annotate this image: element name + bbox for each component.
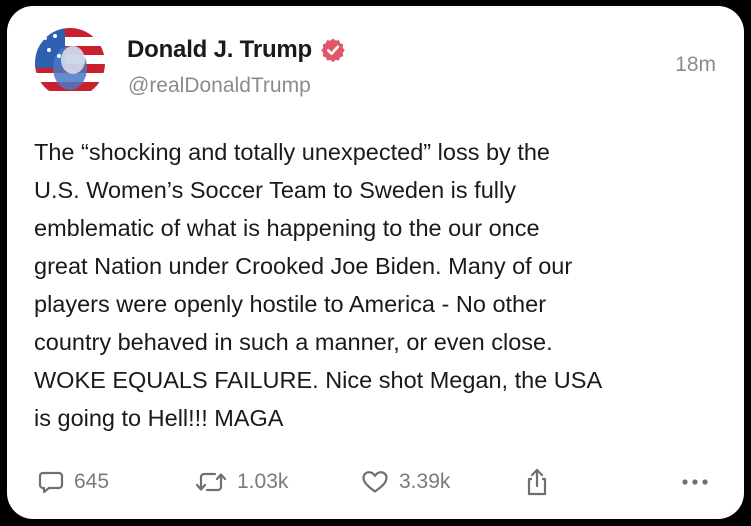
action-bar: 645 1.03k 3.39k <box>7 462 744 502</box>
speech-bubble-icon <box>38 469 64 495</box>
author-handle[interactable]: @realDonaldTrump <box>128 74 311 98</box>
post-timestamp[interactable]: 18m <box>675 53 716 77</box>
repost-count: 1.03k <box>237 470 289 493</box>
reply-count: 645 <box>74 470 110 493</box>
like-count: 3.39k <box>399 470 451 493</box>
author-name-row: Donald J. Trump <box>127 36 346 64</box>
share-upload-icon <box>524 467 550 497</box>
more-options-button[interactable] <box>680 462 710 502</box>
repost-button[interactable]: 1.03k <box>195 462 288 502</box>
repost-arrows-icon <box>195 469 227 495</box>
verified-badge-icon <box>320 37 346 63</box>
ellipsis-icon <box>680 477 710 487</box>
heart-icon <box>361 469 389 495</box>
post-card: Donald J. Trump @realDonaldTrump 18m The… <box>7 6 744 519</box>
avatar[interactable] <box>35 28 105 98</box>
avatar-image <box>35 28 105 98</box>
author-display-name[interactable]: Donald J. Trump <box>127 36 312 64</box>
reply-button[interactable]: 645 <box>38 462 109 502</box>
post-text: The “shocking and totally unexpected” lo… <box>34 139 603 431</box>
share-button[interactable] <box>524 462 550 502</box>
like-button[interactable]: 3.39k <box>361 462 450 502</box>
